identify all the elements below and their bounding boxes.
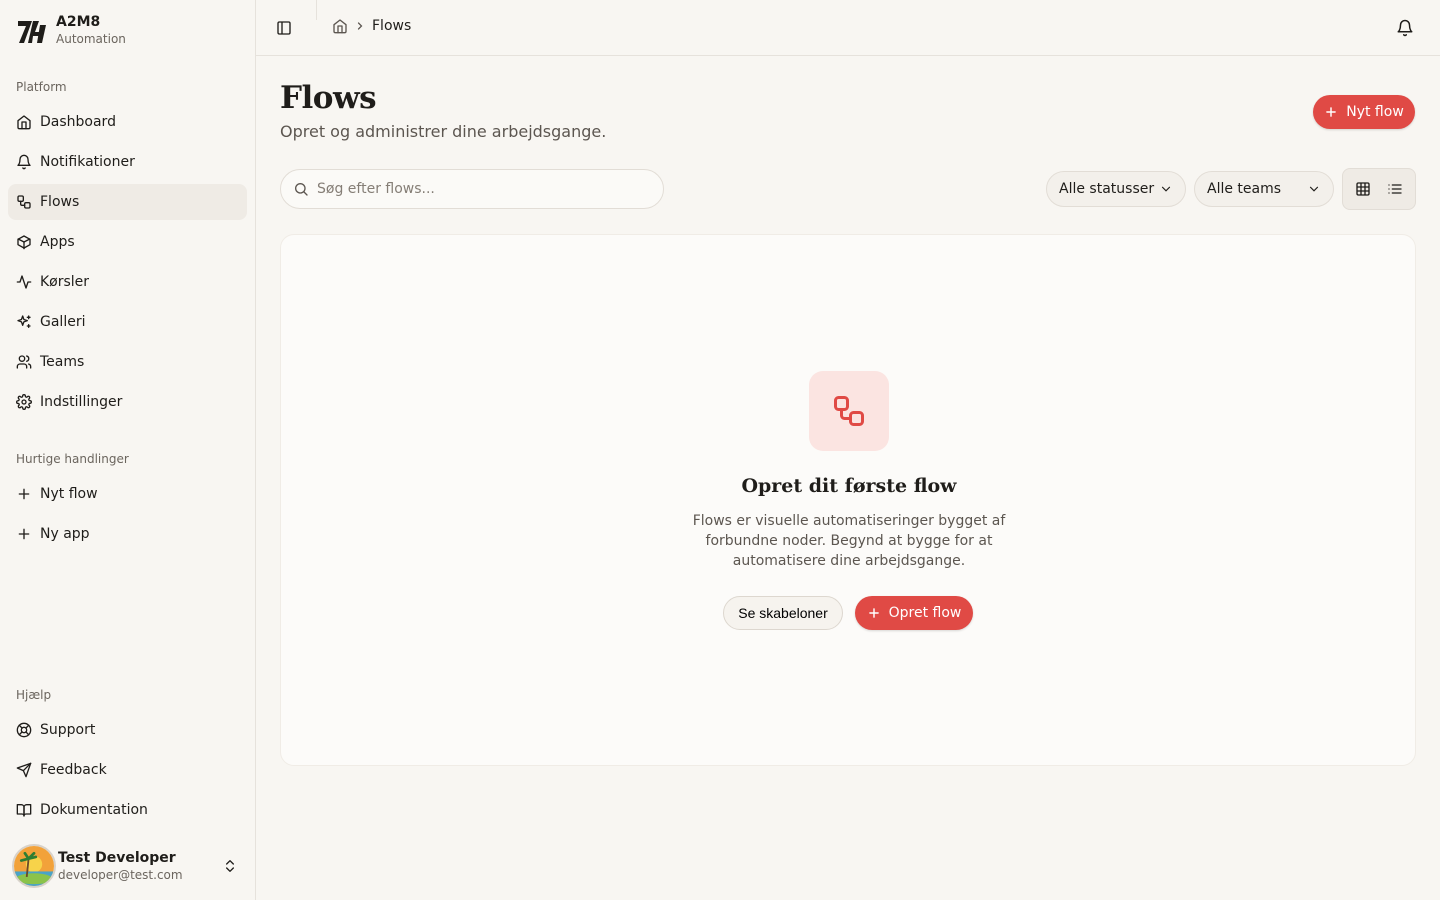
users-icon xyxy=(16,355,32,369)
avatar xyxy=(12,844,56,888)
sidebar-item-label: Nyt flow xyxy=(40,486,98,502)
section-label-quick-actions: Hurtige handlinger xyxy=(16,452,129,466)
chevron-right-icon xyxy=(357,22,363,30)
sidebar-item-apps[interactable]: Apps xyxy=(8,224,247,260)
sidebar-item-label: Notifikationer xyxy=(40,154,135,170)
sidebar-item-support[interactable]: Support xyxy=(8,712,247,748)
plus-icon xyxy=(868,608,879,618)
user-email: developer@test.com xyxy=(58,867,183,882)
sidebar-toggle-icon[interactable] xyxy=(276,20,292,36)
sidebar-item-new-flow[interactable]: Nyt flow xyxy=(8,476,247,512)
box-icon xyxy=(17,235,31,250)
status-filter-value: Alle statusser xyxy=(1059,181,1155,197)
chevrons-up-down-icon xyxy=(226,860,234,872)
sidebar-item-dashboard[interactable]: Dashboard xyxy=(8,104,247,140)
chevron-down-icon xyxy=(1161,186,1171,192)
search-box[interactable] xyxy=(280,169,664,209)
lifebuoy-icon xyxy=(16,722,32,738)
user-menu[interactable]: Test Developer developer@test.com xyxy=(12,842,248,890)
sidebar-item-label: Apps xyxy=(40,234,75,250)
new-flow-button[interactable]: Nyt flow xyxy=(1313,95,1415,129)
main-content: Flows Opret og administrer dine arbejdsg… xyxy=(256,56,1440,900)
bell-icon xyxy=(17,154,31,170)
home-icon xyxy=(17,115,31,130)
sidebar-item-label: Feedback xyxy=(40,762,107,778)
sidebar-item-label: Kørsler xyxy=(40,274,90,290)
empty-state-title: Opret dit første flow xyxy=(741,475,957,497)
empty-state-card: Opret dit første flow Flows er visuelle … xyxy=(280,234,1416,766)
sidebar-item-teams[interactable]: Teams xyxy=(8,344,247,380)
search-icon xyxy=(295,183,308,196)
home-icon[interactable] xyxy=(332,18,348,34)
page-title: Flows xyxy=(280,80,377,116)
list-view-button[interactable] xyxy=(1380,174,1410,204)
brand-logo-icon xyxy=(18,20,46,43)
sidebar-item-label: Dokumentation xyxy=(40,802,148,818)
sidebar-item-label: Indstillinger xyxy=(40,394,123,410)
sidebar-item-dokumentation[interactable]: Dokumentation xyxy=(8,792,247,828)
plus-icon xyxy=(1326,107,1337,117)
sidebar-item-galleri[interactable]: Galleri xyxy=(8,304,247,340)
activity-icon xyxy=(16,275,32,289)
gear-icon xyxy=(16,394,32,410)
section-label-help: Hjælp xyxy=(16,688,52,702)
brand-subtitle: Automation xyxy=(56,32,126,46)
view-templates-button[interactable]: Se skabeloner xyxy=(723,596,843,630)
create-flow-label: Opret flow xyxy=(888,605,962,621)
teams-filter-select[interactable]: Alle teams xyxy=(1194,171,1334,207)
breadcrumb-current: Flows xyxy=(372,18,412,34)
chevron-down-icon xyxy=(1309,186,1319,192)
sidebar-item-label: Dashboard xyxy=(40,114,116,130)
top-bar: Flows xyxy=(256,0,1440,56)
sparkles-icon xyxy=(17,315,31,328)
toolbar-divider xyxy=(316,0,317,20)
sidebar-item-label: Ny app xyxy=(40,526,90,542)
brand-name: A2M8 xyxy=(56,14,101,30)
sidebar-item-feedback[interactable]: Feedback xyxy=(8,752,247,788)
section-label-platform: Platform xyxy=(16,80,67,94)
empty-state-description: Flows er visuelle automatiseringer bygge… xyxy=(692,513,1006,569)
sidebar-item-indstillinger[interactable]: Indstillinger xyxy=(8,384,247,420)
plus-icon xyxy=(18,528,30,540)
sidebar-item-notifikationer[interactable]: Notifikationer xyxy=(8,144,247,180)
avatar-image-icon xyxy=(14,846,54,886)
sidebar-item-label: Teams xyxy=(40,354,85,370)
list-icon xyxy=(1388,184,1402,194)
teams-filter-value: Alle teams xyxy=(1207,181,1282,197)
sidebar: A2M8 Automation Platform Dashboard Notif… xyxy=(0,0,256,900)
bell-icon[interactable] xyxy=(1396,19,1414,37)
breadcrumb: Flows xyxy=(332,18,411,34)
brand[interactable]: A2M8 Automation xyxy=(16,14,126,47)
workflow-icon xyxy=(834,396,864,426)
sidebar-item-label: Galleri xyxy=(40,314,86,330)
sidebar-item-korsler[interactable]: Kørsler xyxy=(8,264,247,300)
new-flow-label: Nyt flow xyxy=(1346,104,1404,120)
search-input[interactable] xyxy=(317,181,647,197)
sidebar-item-flows[interactable]: Flows xyxy=(8,184,247,220)
grid-icon xyxy=(1356,182,1370,196)
view-toggle xyxy=(1342,168,1416,210)
page-subtitle: Opret og administrer dine arbejdsgange. xyxy=(280,122,607,141)
empty-state-icon-tile xyxy=(809,371,889,451)
sidebar-item-label: Flows xyxy=(40,194,80,210)
status-filter-select[interactable]: Alle statusser xyxy=(1046,171,1186,207)
send-icon xyxy=(16,762,32,778)
plus-icon xyxy=(18,488,30,500)
create-flow-button[interactable]: Opret flow xyxy=(855,596,973,630)
grid-view-button[interactable] xyxy=(1348,174,1378,204)
book-icon xyxy=(16,804,32,817)
sidebar-item-new-app[interactable]: Ny app xyxy=(8,516,247,552)
workflow-icon xyxy=(17,195,31,209)
sidebar-item-label: Support xyxy=(40,722,96,738)
user-name: Test Developer xyxy=(58,849,176,866)
